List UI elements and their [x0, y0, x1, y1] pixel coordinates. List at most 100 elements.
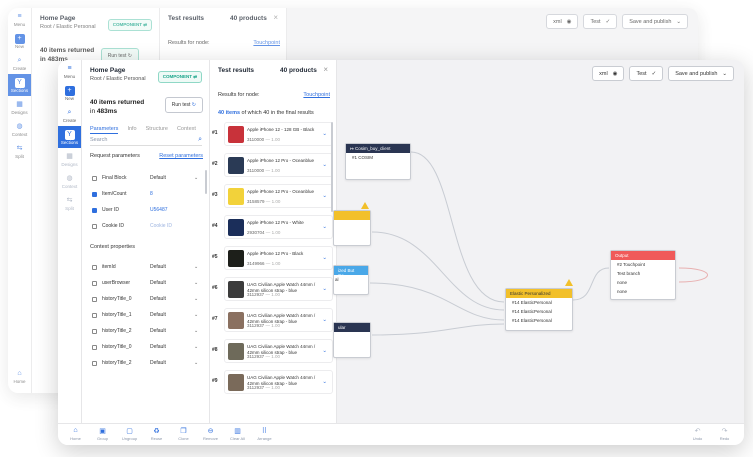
node-output[interactable]: Output #2 Touchpoint Test branch none no…	[610, 250, 676, 300]
footer-remove-button[interactable]: ⊖ Remove	[197, 424, 224, 445]
chevron-down-icon[interactable]: ⌄	[322, 224, 327, 230]
chevron-down-icon[interactable]: ⌄	[322, 379, 327, 385]
back-designs[interactable]: ▦ Designs	[8, 96, 31, 118]
param-checkbox[interactable]	[92, 312, 97, 318]
close-icon[interactable]: ×	[323, 65, 328, 74]
footer-clear-all-button[interactable]: ▥ Clear All	[224, 424, 251, 445]
chevron-down-icon[interactable]: ⌄	[322, 286, 327, 292]
context-dropdown[interactable]: Default	[150, 280, 194, 286]
result-item[interactable]: #3 Apple iPhone 12 Pro - Oceanblue 3158579…	[212, 184, 333, 208]
reset-params-link[interactable]: Reset parameters	[159, 153, 203, 159]
back-sections[interactable]: Y Sections	[8, 74, 31, 96]
tab-structure[interactable]: Structure	[146, 126, 168, 134]
result-item[interactable]: #6 UAG Civilian Apple Watch 44mm / 42mm s…	[212, 277, 333, 301]
footer-ungroup-button[interactable]: ▢ Ungroup	[116, 424, 143, 445]
context-dropdown[interactable]: Default	[150, 328, 194, 334]
tab-context[interactable]: Context	[177, 126, 196, 134]
param-checkbox[interactable]	[92, 344, 97, 350]
back-menu[interactable]: ≡ Menu	[8, 8, 31, 30]
product-image	[228, 343, 244, 360]
sidebar-item-create[interactable]: ⌕ Create	[58, 104, 81, 126]
param-value[interactable]: U56487	[150, 207, 168, 213]
back-test-button[interactable]: Test ✓	[583, 14, 618, 29]
plus-icon: +	[64, 86, 75, 96]
node-left-partial-3[interactable]: ular	[333, 322, 371, 358]
xml-toggle[interactable]: xml ◉	[592, 66, 625, 81]
back-context[interactable]: ◍ Context	[8, 118, 31, 140]
sidebar-item-context[interactable]: ◍ Context	[58, 170, 81, 192]
sidebar-item-split[interactable]: ⇆ Split	[58, 192, 81, 214]
result-item[interactable]: #5 Apple iPhone 12 Pro - Black 3149966 — 1…	[212, 246, 333, 270]
back-node-link[interactable]: Touchpoint	[253, 40, 280, 46]
node-left-partial-1[interactable]	[333, 210, 371, 246]
result-item[interactable]: #1 Apple iPhone 12 - 128 GB - Black 311000…	[212, 122, 333, 146]
chevron-down-icon[interactable]: ⌄	[322, 255, 327, 261]
context-dropdown[interactable]: Default	[150, 312, 194, 318]
footer-reuse-button[interactable]: ♻ Reuse	[143, 424, 170, 445]
panel-scrollbar[interactable]	[205, 170, 207, 194]
param-checkbox[interactable]	[92, 223, 97, 229]
param-checkbox[interactable]	[92, 175, 97, 181]
node-left-partial-2[interactable]: ized But Co... al	[333, 265, 369, 295]
back-create[interactable]: ⌕ Create	[8, 52, 31, 74]
sidebar-item-designs[interactable]: ▦ Designs	[58, 148, 81, 170]
back-split[interactable]: ⇆ Split	[8, 140, 31, 162]
param-checkbox[interactable]	[92, 264, 97, 270]
component-badge[interactable]: COMPONENT ⇄	[157, 71, 202, 83]
back-close-icon[interactable]: ×	[273, 13, 278, 22]
node-port: Test branch	[617, 271, 641, 276]
back-publish-button[interactable]: Save and publish ⌄	[622, 14, 688, 29]
results-scrollbar[interactable]	[331, 122, 333, 212]
result-item[interactable]: #9 UAG Civilian Apple Watch 44mm / 42mm s…	[212, 370, 333, 394]
context-dropdown[interactable]: Default	[150, 296, 194, 302]
footer-clone-button[interactable]: ❐ Clone	[170, 424, 197, 445]
chevron-down-icon[interactable]: ⌄	[322, 193, 327, 199]
back-top-actions: xml ◉ Test ✓ Save and publish ⌄	[546, 14, 688, 29]
footer-group-button[interactable]: ▣ Group	[89, 424, 116, 445]
search-input[interactable]: Search ⌕	[90, 136, 202, 146]
save-publish-button[interactable]: Save and publish ⌄	[668, 66, 734, 81]
sidebar-item-new[interactable]: + New	[58, 82, 81, 104]
context-props-title: Context properties	[90, 244, 135, 250]
node-port: #14 ElasticPersonal	[512, 318, 552, 323]
context-dropdown[interactable]: Default	[150, 344, 194, 350]
front-window: ≡ Menu + New ⌕ Create Y Sections ▦ Designs ◍ C…	[58, 60, 744, 445]
footer-home-button[interactable]: ⌂ Home	[62, 424, 89, 445]
param-input[interactable]: Cookie ID	[150, 223, 172, 229]
context-dropdown[interactable]: Default	[150, 360, 194, 366]
footer-arrange-button[interactable]: ⠿ Arrange	[251, 424, 278, 445]
param-checkbox[interactable]	[92, 207, 97, 213]
tab-info[interactable]: Info	[127, 126, 136, 134]
test-button[interactable]: Test ✓	[629, 66, 664, 81]
param-checkbox[interactable]	[92, 328, 97, 334]
result-item[interactable]: #7 UAG Civilian Apple Watch 44mm / 42mm s…	[212, 308, 333, 332]
results-node-link[interactable]: Touchpoint	[303, 92, 330, 98]
chevron-down-icon[interactable]: ⌄	[322, 131, 327, 137]
param-value[interactable]: 8	[150, 191, 153, 197]
chevron-down-icon[interactable]: ⌄	[322, 348, 327, 354]
param-checkbox[interactable]	[92, 296, 97, 302]
back-results-count: 40 products	[230, 15, 267, 22]
back-home[interactable]: ⌂ Home	[8, 365, 31, 387]
chevron-down-icon[interactable]: ⌄	[322, 162, 327, 168]
result-item[interactable]: #8 UAG Civilian Apple Watch 44mm / 42mm s…	[212, 339, 333, 363]
back-new[interactable]: + New	[8, 30, 31, 52]
search-icon: ⌕	[17, 57, 22, 64]
result-item[interactable]: #4 Apple iPhone 12 Pro - White 2930704 — 1…	[212, 215, 333, 239]
chevron-down-icon[interactable]: ⌄	[322, 317, 327, 323]
param-checkbox[interactable]	[92, 280, 97, 286]
tab-parameters[interactable]: Parameters	[90, 126, 119, 134]
result-item[interactable]: #2 Apple iPhone 12 Pro - Oceanblue 3110000…	[212, 153, 333, 177]
footer-redo-button[interactable]: ↷ Redo	[711, 424, 738, 445]
param-checkbox[interactable]	[92, 191, 97, 197]
node-elastic-personalized[interactable]: Elastic Personalized #14 ElasticPersonal…	[505, 288, 573, 331]
param-dropdown[interactable]: Default	[150, 175, 194, 181]
back-xml-toggle[interactable]: xml ◉	[546, 14, 579, 29]
run-test-button[interactable]: Run test ↻	[164, 97, 203, 113]
sidebar-item-menu[interactable]: ≡ Menu	[58, 60, 81, 82]
footer-undo-button[interactable]: ↶ Undo	[684, 424, 711, 445]
context-dropdown[interactable]: Default	[150, 264, 194, 270]
param-checkbox[interactable]	[92, 360, 97, 366]
sidebar-item-sections[interactable]: Y Sections	[58, 126, 81, 148]
node-cosim[interactable]: ↦ Cosim_buy_client #1 COSIM	[345, 143, 411, 180]
